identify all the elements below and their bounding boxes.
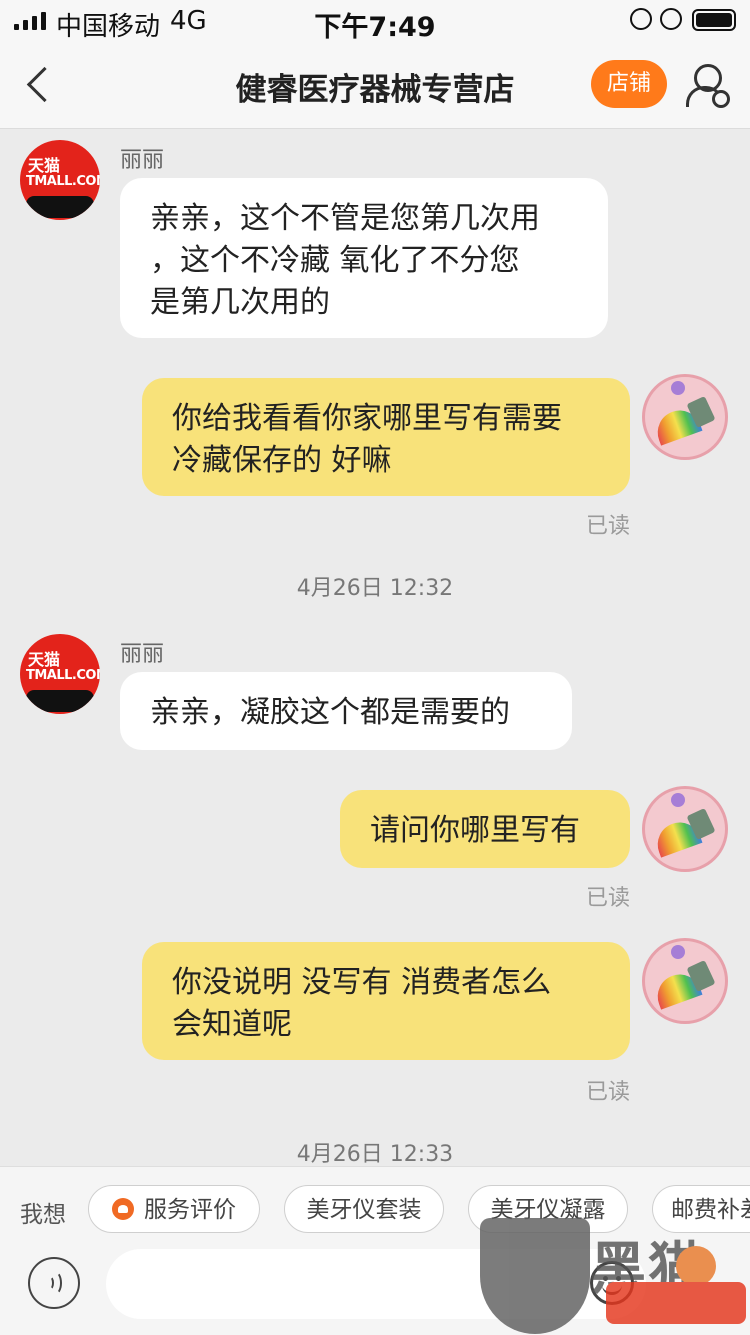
- read-status: 已读: [585, 1080, 630, 1105]
- message-line: 请问你哪里写有: [370, 813, 580, 848]
- message-line: 亲亲，凝胶这个都是需要的: [150, 695, 510, 730]
- timestamp: 4月26日 12:32: [296, 576, 454, 601]
- message-bubble-incoming[interactable]: 亲亲，这个不管是您第几次用 ，这个不冷藏 氧化了不分您 是第几次用的: [120, 178, 608, 338]
- shop-avatar[interactable]: 天猫 TMALL.COM: [20, 140, 100, 220]
- user-settings-icon[interactable]: [686, 62, 730, 110]
- user-avatar[interactable]: [642, 786, 728, 872]
- sender-name: 丽丽: [120, 642, 165, 667]
- message-line: 亲亲，这个不管是您第几次用: [150, 201, 540, 236]
- message-bubble-outgoing[interactable]: 你给我看看你家哪里写有需要 冷藏保存的 好嘛: [142, 378, 630, 496]
- shop-avatar[interactable]: 天猫 TMALL.COM: [20, 634, 100, 714]
- user-avatar[interactable]: [642, 374, 728, 460]
- rotation-lock-icon: [630, 8, 652, 30]
- message-line: 你给我看看你家哪里写有需要: [172, 401, 562, 436]
- message-line: ，这个不冷藏 氧化了不分您: [150, 243, 520, 278]
- user-avatar[interactable]: [642, 938, 728, 1024]
- quick-reply-chip[interactable]: 美牙仪套装: [284, 1185, 444, 1233]
- status-bar: 中国移动 4G 下午7:49: [0, 0, 750, 43]
- watermark: 黑猫: [480, 1218, 750, 1334]
- shop-button[interactable]: 店铺: [591, 60, 667, 108]
- alarm-icon: [660, 8, 682, 30]
- message-line: 会知道呢: [172, 1007, 292, 1042]
- quick-reply-label: 我想: [20, 1202, 66, 1228]
- sender-name: 丽丽: [120, 148, 165, 173]
- timestamp: 4月26日 12:33: [296, 1142, 454, 1167]
- read-status: 已读: [585, 514, 630, 539]
- read-status: 已读: [585, 886, 630, 911]
- nav-bar: 健睿医疗器械专营店 店铺: [0, 42, 750, 129]
- watermark-logo: [480, 1218, 590, 1334]
- quick-reply-chip[interactable]: 服务评价: [88, 1185, 260, 1233]
- message-line: 是第几次用的: [150, 285, 330, 320]
- message-line: 冷藏保存的 好嘛: [172, 443, 392, 478]
- message-bubble-outgoing[interactable]: 你没说明 没写有 消费者怎么 会知道呢: [142, 942, 630, 1060]
- message-bubble-outgoing[interactable]: 请问你哪里写有: [340, 790, 630, 868]
- message-line: 你没说明 没写有 消费者怎么: [172, 965, 552, 1000]
- review-icon: [112, 1198, 134, 1220]
- voice-input-icon[interactable]: [28, 1257, 80, 1309]
- battery-icon: [692, 9, 736, 31]
- message-bubble-incoming[interactable]: 亲亲，凝胶这个都是需要的: [120, 672, 572, 750]
